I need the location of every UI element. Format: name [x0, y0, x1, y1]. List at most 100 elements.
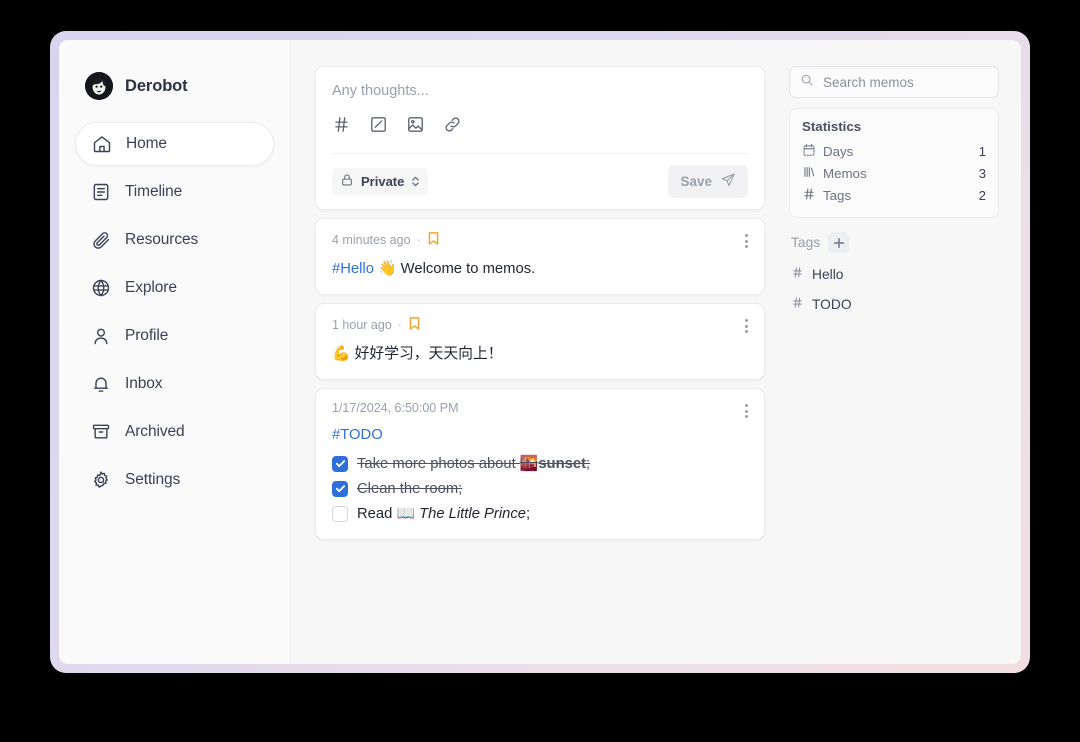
stat-label: Days [823, 143, 854, 159]
task-label: Clean the room; [357, 480, 463, 497]
checkbox-checked-icon[interactable] [332, 480, 348, 497]
memo-body: #Hello 👋 Welcome to memos. [332, 258, 748, 280]
image-icon[interactable] [406, 115, 425, 139]
stat-value: 2 [978, 187, 986, 203]
bell-icon [91, 374, 111, 394]
sidebar-item-label: Timeline [125, 183, 183, 200]
avatar [85, 72, 113, 100]
send-icon [720, 172, 736, 191]
memo-header: 4 minutes ago · [332, 231, 748, 249]
sidebar-item-label: Explore [125, 279, 177, 296]
bookmark-icon[interactable] [427, 231, 440, 249]
tag-item-hello[interactable]: Hello [789, 259, 999, 289]
calendar-icon [802, 143, 816, 160]
statistics-title: Statistics [802, 119, 862, 134]
sidebar-item-archived[interactable]: Archived [75, 410, 274, 454]
left-sidebar: Derobot Home Timeline Resources Explore … [59, 40, 291, 664]
globe-icon [91, 278, 111, 298]
statistics-panel: Statistics Days 1 Memos 3 Tags 2 [789, 108, 999, 218]
stat-row-tags[interactable]: Tags 2 [802, 184, 986, 206]
user-icon [91, 326, 111, 346]
sidebar-item-settings[interactable]: Settings [75, 458, 274, 502]
sidebar-item-label: Home [126, 135, 167, 152]
tags-title: Tags [791, 235, 821, 250]
main-content: Any thoughts... Private Save 4 minutes a… [291, 40, 789, 664]
checkbox-unchecked-icon[interactable] [332, 506, 348, 523]
hash-icon [802, 187, 816, 204]
memo-text: 好好学习，天天向上！ [354, 346, 503, 363]
sunset-emoji: 🌇 [519, 454, 539, 472]
task-item[interactable]: Clean the room; [332, 478, 748, 500]
stat-row-memos[interactable]: Memos 3 [802, 162, 986, 184]
archive-icon [91, 422, 111, 442]
search-icon [800, 73, 814, 92]
timeline-icon [91, 182, 111, 202]
sidebar-item-label: Profile [125, 327, 169, 344]
search-input[interactable]: Search memos [789, 66, 999, 98]
stat-value: 3 [978, 165, 986, 181]
hash-icon [791, 296, 804, 312]
sidebar-item-profile[interactable]: Profile [75, 314, 274, 358]
task-item[interactable]: Take more photos about 🌇sunset; [332, 453, 748, 475]
sidebar-item-timeline[interactable]: Timeline [75, 170, 274, 214]
sidebar-item-label: Archived [125, 423, 185, 440]
memo-time: 1/17/2024, 6:50:00 PM [332, 401, 459, 416]
task-item[interactable]: Read 📖 The Little Prince; [332, 503, 748, 525]
memo-editor[interactable]: Any thoughts... Private Save [315, 66, 765, 210]
lock-icon [340, 173, 354, 190]
tag-item-todo[interactable]: TODO [789, 289, 999, 319]
sidebar-item-label: Resources [125, 231, 199, 248]
tags-header: Tags [789, 232, 999, 253]
checkbox-checked-icon[interactable] [332, 455, 348, 472]
wave-emoji: 👋 [378, 260, 397, 277]
memo-header: 1/17/2024, 6:50:00 PM [332, 401, 748, 415]
brand-name: Derobot [125, 76, 188, 95]
memo-time: 1 hour ago [332, 318, 392, 333]
memo-body: #TODO Take more photos about 🌇sunset; Cl… [332, 424, 748, 525]
app-window: Derobot Home Timeline Resources Explore … [50, 31, 1030, 673]
memo-options-icon[interactable] [741, 400, 752, 422]
library-icon [802, 165, 816, 182]
hash-icon[interactable] [332, 115, 351, 139]
memo-card[interactable]: 1/17/2024, 6:50:00 PM #TODO Take more ph… [315, 388, 765, 541]
memo-time: 4 minutes ago [332, 233, 411, 247]
chevron-up-down-icon [411, 175, 420, 188]
memo-tag-link[interactable]: #TODO [332, 427, 383, 443]
checkbox-icon[interactable] [369, 115, 388, 139]
stat-value: 1 [978, 143, 986, 159]
memo-body: 💪 好好学习，天天向上！ [332, 343, 748, 365]
app-body: Derobot Home Timeline Resources Explore … [59, 40, 1021, 664]
bookmark-icon[interactable] [408, 316, 421, 334]
sidebar-item-resources[interactable]: Resources [75, 218, 274, 262]
separator: · [416, 233, 421, 247]
book-emoji: 📖 [396, 504, 415, 522]
stat-row-days[interactable]: Days 1 [802, 140, 986, 162]
sidebar-item-label: Settings [125, 471, 181, 488]
memo-input-placeholder[interactable]: Any thoughts... [332, 81, 748, 103]
add-tag-button[interactable] [828, 232, 850, 253]
memo-options-icon[interactable] [741, 230, 752, 252]
hash-icon [791, 266, 804, 282]
gear-icon [91, 470, 111, 490]
memo-tag-link[interactable]: #Hello [332, 261, 374, 277]
memo-card[interactable]: 1 hour ago · 💪 好好学习，天天向上！ [315, 303, 765, 381]
memo-options-icon[interactable] [741, 315, 752, 337]
paperclip-icon [91, 230, 111, 250]
task-label: Take more photos about 🌇sunset; [357, 454, 591, 472]
editor-toolbar [332, 103, 748, 153]
memo-card[interactable]: 4 minutes ago · #Hello 👋 Welcome to memo… [315, 218, 765, 296]
tag-label: TODO [812, 296, 852, 312]
visibility-selector[interactable]: Private [332, 168, 429, 195]
tag-label: Hello [812, 266, 844, 282]
home-icon [92, 134, 112, 154]
sidebar-item-explore[interactable]: Explore [75, 266, 274, 310]
visibility-label: Private [361, 174, 405, 189]
brand-header[interactable]: Derobot [75, 68, 274, 100]
editor-footer: Private Save [332, 153, 748, 209]
save-button[interactable]: Save [668, 165, 748, 198]
sidebar-item-inbox[interactable]: Inbox [75, 362, 274, 406]
link-icon[interactable] [443, 115, 462, 139]
stat-label: Memos [823, 165, 867, 181]
sidebar-item-home[interactable]: Home [75, 122, 274, 166]
stat-label: Tags [823, 187, 852, 203]
